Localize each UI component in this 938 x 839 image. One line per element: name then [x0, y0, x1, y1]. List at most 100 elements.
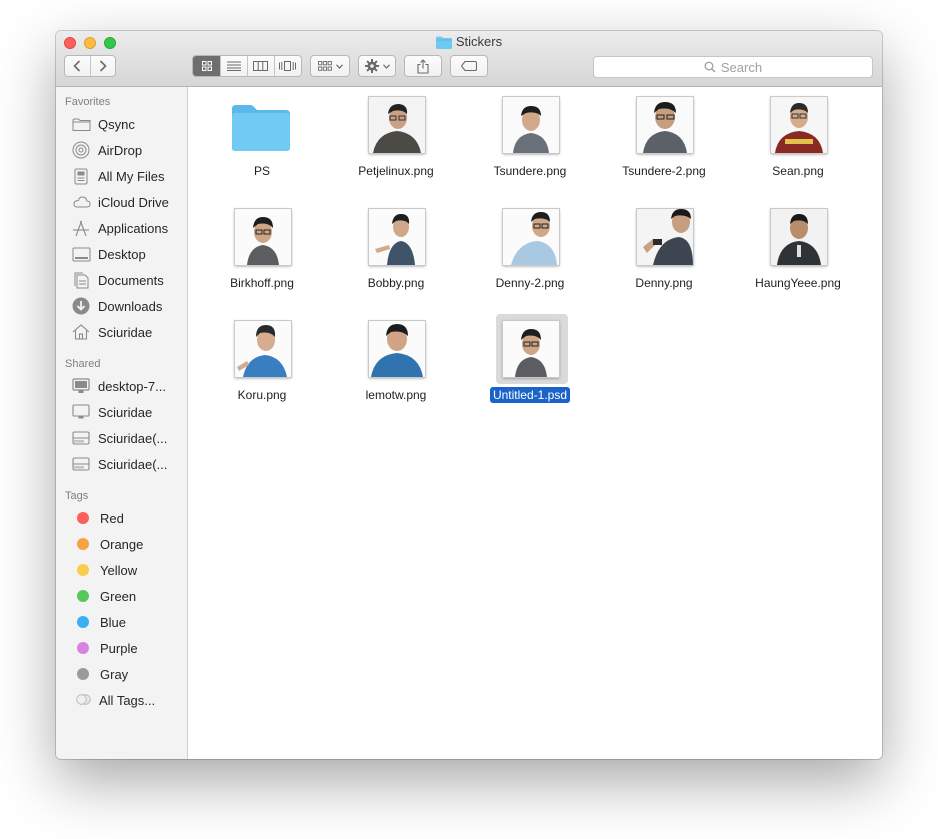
- share-icon: [417, 58, 429, 74]
- icon-view-button[interactable]: [193, 56, 221, 76]
- sidebar-item-label: Applications: [98, 220, 169, 236]
- tag-color-dot-icon: [77, 668, 89, 680]
- file-item-image[interactable]: Tsundere-2.png: [594, 87, 728, 195]
- file-item-image[interactable]: HaungYeee.png: [728, 199, 862, 307]
- sidebar-item-shared-desktop[interactable]: desktop-7...: [71, 375, 166, 397]
- sidebar-tag-red[interactable]: Red: [71, 507, 124, 529]
- image-thumbnail: [369, 209, 425, 265]
- file-item-image[interactable]: Tsundere.png: [460, 87, 594, 195]
- tag-color-dot-icon: [77, 564, 89, 576]
- folder-icon: [232, 105, 290, 151]
- cover-flow-button[interactable]: [273, 56, 301, 76]
- file-item-image[interactable]: Birkhoff.png: [192, 199, 326, 307]
- sidebar-item-label: Qsync: [98, 116, 135, 132]
- sidebar-item-desktop[interactable]: Desktop: [71, 243, 146, 265]
- file-item-image[interactable]: Koru.png: [192, 311, 326, 419]
- forward-button[interactable]: [89, 56, 115, 76]
- sidebar-tag-green[interactable]: Green: [71, 585, 136, 607]
- sidebar-tag-purple[interactable]: Purple: [71, 637, 138, 659]
- file-name: Bobby.png: [367, 276, 425, 290]
- cloud-icon: [71, 193, 91, 211]
- home-icon: [71, 323, 91, 341]
- image-thumbnail: [235, 209, 291, 265]
- sidebar-item-applications[interactable]: Applications: [71, 217, 168, 239]
- all-tags-icon: [76, 693, 91, 708]
- image-thumbnail: [771, 209, 827, 265]
- list-view-button[interactable]: [220, 56, 247, 76]
- sidebar-item-label: Blue: [100, 614, 127, 630]
- sidebar-item-sciuridae-home[interactable]: Sciuridae: [71, 321, 152, 343]
- edit-tags-button[interactable]: [450, 55, 488, 77]
- sidebar: Favorites Qsync AirDrop All My Files iCl…: [56, 87, 188, 759]
- file-name: HaungYeee.png: [755, 276, 841, 290]
- sidebar-item-all-tags[interactable]: All Tags...: [71, 689, 155, 711]
- file-name: Koru.png: [237, 388, 287, 402]
- sidebar-item-downloads[interactable]: Downloads: [71, 295, 162, 317]
- sidebar-item-label: Downloads: [98, 298, 163, 314]
- gear-icon: [364, 59, 379, 73]
- airdrop-icon: [71, 141, 91, 159]
- file-name: Denny-2.png: [495, 276, 565, 290]
- sidebar-item-label: Sciuridae(...: [98, 430, 168, 446]
- file-name: Tsundere.png: [493, 164, 567, 178]
- sidebar-tag-blue[interactable]: Blue: [71, 611, 126, 633]
- sidebar-tag-yellow[interactable]: Yellow: [71, 559, 137, 581]
- arrange-button[interactable]: [310, 55, 350, 77]
- sidebar-tag-orange[interactable]: Orange: [71, 533, 143, 555]
- sidebar-item-label: iCloud Drive: [98, 194, 169, 210]
- file-name: Untitled-1.psd: [460, 387, 600, 403]
- image-thumbnail: [503, 321, 559, 377]
- sidebar-item-shared-server-1[interactable]: Sciuridae(...: [71, 427, 167, 449]
- chevron-left-icon: [73, 60, 81, 72]
- file-name: Tsundere-2.png: [622, 164, 706, 178]
- monitor-icon: [71, 403, 91, 421]
- sidebar-item-label: All Tags...: [99, 692, 156, 708]
- cover-flow-icon: [279, 61, 297, 71]
- file-name: Petjelinux.png: [358, 164, 434, 178]
- sidebar-item-label: AirDrop: [98, 142, 143, 158]
- file-item-image[interactable]: Denny-2.png: [460, 199, 594, 307]
- image-thumbnail: [771, 97, 827, 153]
- sidebar-item-label: All My Files: [98, 168, 165, 184]
- search-field[interactable]: Search: [593, 56, 873, 78]
- file-item-image-selected[interactable]: Untitled-1.psd: [460, 311, 594, 419]
- file-item-ps-folder[interactable]: PS: [192, 87, 326, 195]
- sidebar-item-label: Documents: [98, 272, 164, 288]
- file-item-image[interactable]: Sean.png: [728, 87, 862, 195]
- file-name: Birkhoff.png: [230, 276, 294, 290]
- sidebar-item-icloud-drive[interactable]: iCloud Drive: [71, 191, 169, 213]
- sidebar-item-shared-sciuridae[interactable]: Sciuridae: [71, 401, 152, 423]
- downloads-icon: [71, 297, 91, 315]
- action-button[interactable]: [358, 55, 396, 77]
- sidebar-item-label: Sciuridae: [98, 404, 153, 420]
- back-button[interactable]: [65, 56, 90, 76]
- file-name: Denny.png: [635, 276, 693, 290]
- folder-icon: [71, 115, 91, 133]
- file-item-image[interactable]: Denny.png: [594, 199, 728, 307]
- chevron-right-icon: [99, 60, 107, 72]
- column-view-button[interactable]: [247, 56, 274, 76]
- finder-window: Stickers Search Favorites Qsync AirDrop …: [56, 31, 882, 759]
- sidebar-item-qsync[interactable]: Qsync: [71, 113, 135, 135]
- image-thumbnail: [235, 321, 291, 377]
- share-button[interactable]: [404, 55, 442, 77]
- sidebar-item-airdrop[interactable]: AirDrop: [71, 139, 142, 161]
- file-item-image[interactable]: lemotw.png: [326, 311, 460, 419]
- file-name: Sean.png: [772, 164, 824, 178]
- server-icon: [71, 429, 91, 447]
- window-title-text: Stickers: [455, 34, 503, 49]
- sidebar-item-shared-server-2[interactable]: Sciuridae(...: [71, 453, 167, 475]
- folder-icon: [435, 36, 452, 49]
- sidebar-section-shared: Shared: [65, 358, 101, 370]
- sidebar-tag-gray[interactable]: Gray: [71, 663, 128, 685]
- tag-color-dot-icon: [77, 590, 89, 602]
- desktop-icon: [71, 245, 91, 263]
- file-item-image[interactable]: Petjelinux.png: [326, 87, 460, 195]
- sidebar-item-documents[interactable]: Documents: [71, 269, 164, 291]
- file-name: lemotw.png: [365, 388, 427, 402]
- search-icon: [704, 61, 716, 73]
- image-thumbnail: [637, 209, 693, 265]
- file-item-image[interactable]: Bobby.png: [326, 199, 460, 307]
- view-mode-control: [192, 55, 302, 77]
- sidebar-item-all-my-files[interactable]: All My Files: [71, 165, 164, 187]
